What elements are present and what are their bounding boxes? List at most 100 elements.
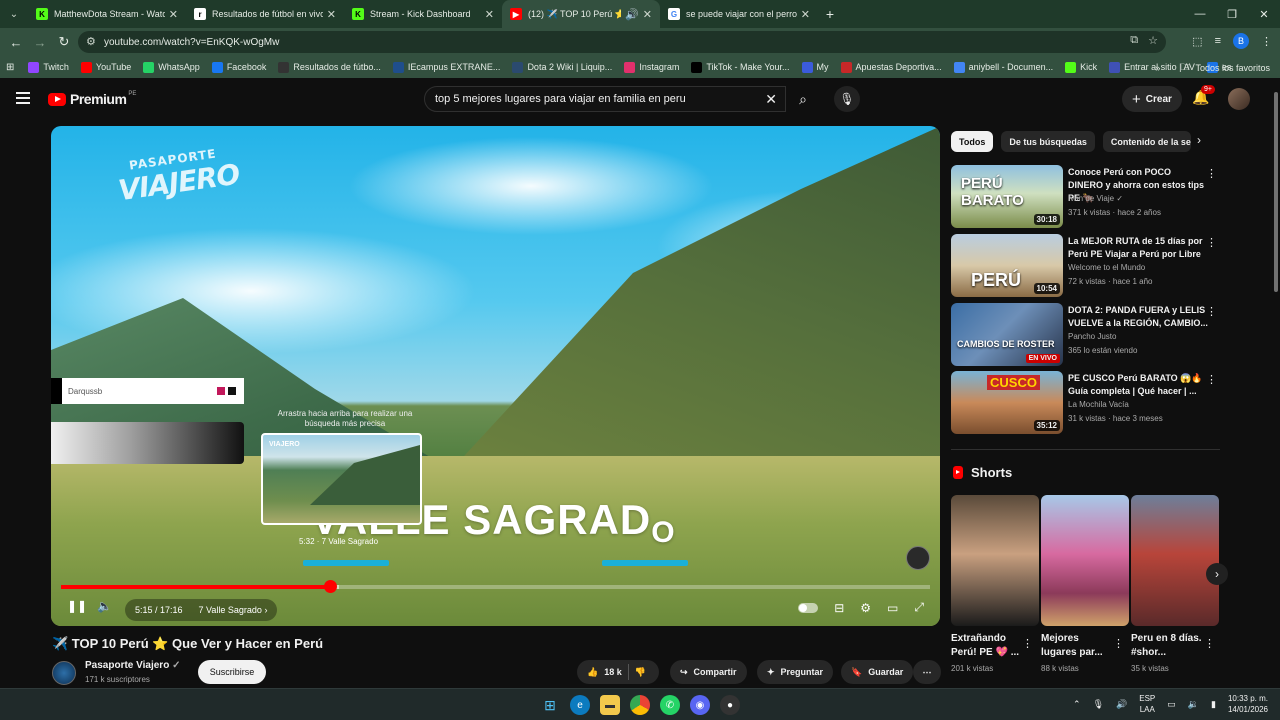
tab-close-icon[interactable]: ✕ — [643, 8, 652, 21]
progress-bar[interactable] — [61, 580, 930, 593]
short-title[interactable]: Extrañando Perú! PE 💖 ... — [951, 632, 1023, 660]
share-button[interactable]: ↪ Compartir — [670, 660, 747, 684]
volume-icon[interactable]: 🔈 — [97, 599, 112, 613]
edge-icon[interactable]: e — [570, 695, 590, 715]
save-button[interactable]: 🔖 Guardar — [841, 660, 914, 684]
minimize-icon[interactable]: — — [1184, 0, 1216, 28]
video-thumbnail[interactable]: PERÚ 10:54 — [951, 234, 1063, 297]
tab-close-icon[interactable]: ✕ — [327, 8, 336, 21]
bookmark-item[interactable]: Apuestas Deportiva... — [840, 61, 942, 73]
chapter-button[interactable]: 7 Valle Sagrado › — [199, 605, 268, 615]
bookmark-item[interactable]: Kick — [1065, 61, 1097, 73]
recommended-video[interactable]: CAMBIOS DE ROSTER EN VIVO DOTA 2: PANDA … — [951, 303, 1221, 367]
battery-icon[interactable]: ▮ — [1211, 699, 1216, 710]
theater-mode-icon[interactable]: ▭ — [887, 601, 898, 615]
tray-overflow-icon[interactable]: ⌃ — [1073, 699, 1081, 710]
subtitles-icon[interactable]: ⊟ — [834, 601, 844, 615]
more-vert-icon[interactable]: ⋮ — [1022, 637, 1033, 650]
more-vert-icon[interactable]: ⋮ — [1113, 637, 1124, 650]
chip-from-searches[interactable]: De tus búsquedas — [1001, 131, 1095, 152]
bookmark-item[interactable]: TikTok - Make Your... — [691, 61, 790, 73]
video-title[interactable]: PE CUSCO Perú BARATO 😱🔥 Guía completa | … — [1068, 372, 1208, 398]
back-icon[interactable]: ← — [4, 35, 28, 50]
more-vert-icon[interactable]: ⋮ — [1204, 637, 1215, 650]
recommended-video[interactable]: CUSCO 35:12 PE CUSCO Perú BARATO 😱🔥 Guía… — [951, 371, 1221, 435]
recommended-video[interactable]: PERÚ 10:54 La MEJOR RUTA de 15 días por … — [951, 234, 1221, 298]
install-app-icon[interactable]: ⧉ — [1130, 34, 1138, 47]
bookmark-item[interactable]: Twitch — [28, 61, 69, 73]
video-thumbnail[interactable]: PERÚ BARATO 30:18 — [951, 165, 1063, 228]
like-button[interactable]: 👍 18 k — [587, 667, 622, 678]
video-player[interactable]: PASAPORTE VIAJERO VALLE SAGRADO ♪ Darqus… — [51, 126, 940, 626]
microphone-icon[interactable]: 🎙 — [1093, 699, 1104, 710]
chip-all[interactable]: Todos — [951, 131, 994, 152]
search-button[interactable]: ⌕ — [786, 86, 820, 112]
chrome-icon[interactable] — [630, 695, 650, 715]
tab-search-icon[interactable]: ⌄ — [0, 0, 28, 28]
channel-name[interactable]: Iván de Viaje ✓ — [1068, 194, 1123, 203]
browser-tab[interactable]: K Stream - Kick Dashboard ✕ — [344, 0, 502, 28]
video-thumbnail[interactable]: CAMBIOS DE ROSTER EN VIVO — [951, 303, 1063, 366]
more-vert-icon[interactable]: ⋮ — [1206, 305, 1217, 318]
bookmark-item[interactable]: YouTube — [80, 61, 131, 73]
channel-name[interactable]: Pancho Justo — [1068, 332, 1116, 341]
chevron-right-icon[interactable]: › — [1197, 133, 1201, 147]
browser-tab[interactable]: r Resultados de fútbol en vivo, M ✕ — [186, 0, 344, 28]
tab-close-icon[interactable]: ✕ — [801, 8, 810, 21]
bookmark-item[interactable]: Instagram — [624, 61, 679, 73]
tab-close-icon[interactable]: ✕ — [169, 8, 178, 21]
chip-series[interactable]: Contenido de la ser — [1102, 131, 1191, 152]
create-button[interactable]: + Crear — [1122, 86, 1182, 112]
site-info-icon[interactable]: ⚙ — [86, 35, 96, 48]
more-vert-icon[interactable]: ⋮ — [1206, 167, 1217, 180]
speaker-icon[interactable]: 🔊 — [1116, 699, 1127, 710]
page-scrollbar[interactable] — [1272, 80, 1280, 688]
channel-name[interactable]: Pasaporte Viajero ✓ — [85, 660, 180, 671]
clear-search-icon[interactable]: ✕ — [765, 91, 777, 108]
bookmark-item[interactable]: IEcampus EXTRANE... — [392, 61, 500, 73]
address-bar[interactable]: ⚙ youtube.com/watch?v=EnKQK-wOgMw ⧉ ☆ — [78, 31, 1166, 53]
file-explorer-icon[interactable]: ▬ — [600, 695, 620, 715]
bookmark-item[interactable]: Facebook — [211, 61, 266, 73]
ask-button[interactable]: ✦ Preguntar — [757, 660, 834, 684]
discord-icon[interactable]: ◉ — [690, 695, 710, 715]
network-icon[interactable]: ▭ — [1167, 699, 1176, 710]
short-title[interactable]: Peru en 8 días. #shor... — [1131, 632, 1203, 660]
recommended-video[interactable]: PERÚ BARATO 30:18 Conoce Perú con POCO D… — [951, 165, 1221, 229]
video-title[interactable]: DOTA 2: PANDA FUERA y LELIS VUELVE a la … — [1068, 304, 1208, 330]
pause-icon[interactable]: ❚❚ — [67, 599, 87, 613]
short-title[interactable]: Mejores lugares par... — [1041, 632, 1113, 660]
short-thumbnail[interactable] — [951, 495, 1039, 626]
all-bookmarks[interactable]: » 🗀 Todos los favoritos — [1155, 60, 1270, 76]
more-vert-icon[interactable]: ⋮ — [1206, 373, 1217, 386]
volume-tray-icon[interactable]: 🔉 — [1188, 699, 1199, 710]
bookmark-item[interactable]: Resultados de fútbo... — [278, 61, 381, 73]
youtube-logo[interactable]: Premium PE — [48, 91, 136, 107]
channel-name[interactable]: Welcome to el Mundo — [1068, 263, 1145, 272]
new-tab-button[interactable]: + — [818, 6, 842, 22]
channel-avatar[interactable] — [52, 661, 76, 685]
dislike-button[interactable]: 👎 — [635, 667, 646, 678]
video-thumbnail[interactable]: CUSCO 35:12 — [951, 371, 1063, 434]
settings-icon[interactable]: ⚙ — [860, 601, 871, 615]
video-title[interactable]: La MEJOR RUTA de 15 días por Perú PE Via… — [1068, 235, 1208, 261]
bookmark-item[interactable]: Dota 2 Wiki | Liquip... — [512, 61, 612, 73]
browser-menu-icon[interactable]: ⋮ — [1261, 35, 1272, 48]
media-control-icon[interactable]: ≡ — [1215, 35, 1221, 47]
chevron-right-icon[interactable]: » — [1155, 63, 1160, 73]
apps-grid-icon[interactable]: ⊞ — [6, 62, 14, 73]
windows-start-icon[interactable]: ⊞ — [540, 695, 560, 715]
search-input[interactable]: top 5 mejores lugares para viajar en fam… — [424, 86, 786, 112]
tab-close-icon[interactable]: ✕ — [485, 8, 494, 21]
account-avatar[interactable] — [1228, 88, 1250, 110]
browser-tab-active[interactable]: ▶ (12) ✈️ TOP 10 Perú ⭐ Q 🔊 ✕ — [502, 0, 660, 28]
tab-audio-icon[interactable]: 🔊 — [625, 8, 639, 21]
bookmark-star-icon[interactable]: ☆ — [1148, 34, 1158, 47]
channel-name[interactable]: La Mochila Vacía — [1068, 400, 1129, 409]
more-actions-button[interactable]: ⋯ — [913, 660, 941, 684]
short-thumbnail[interactable] — [1041, 495, 1129, 626]
clock[interactable]: 10:33 p. m. 14/01/2026 — [1228, 693, 1268, 715]
maximize-icon[interactable]: ❐ — [1216, 0, 1248, 28]
forward-icon[interactable]: → — [28, 35, 52, 50]
voice-search-button[interactable]: 🎙 — [834, 86, 860, 112]
